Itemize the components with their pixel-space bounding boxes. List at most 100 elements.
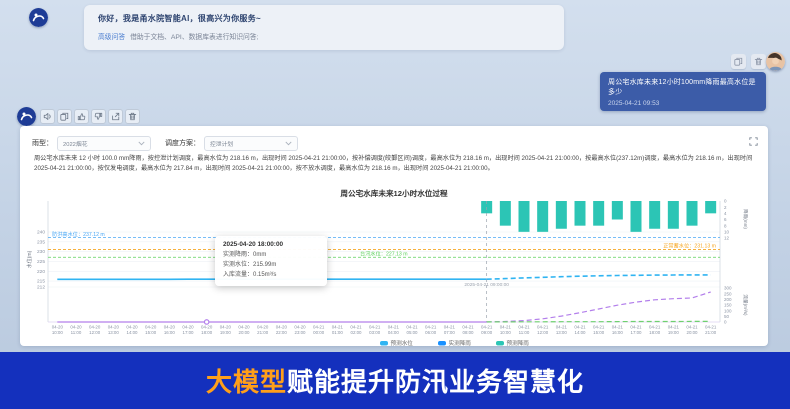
user-avatar — [766, 52, 785, 71]
rain-type-value: 2022烟花 — [63, 139, 88, 148]
chevron-down-icon — [138, 141, 145, 146]
plan-select[interactable]: 控泄计划 — [204, 136, 298, 151]
plan-value: 控泄计划 — [210, 139, 233, 148]
series-预测水位 — [487, 275, 711, 279]
copy-button[interactable] — [57, 109, 72, 124]
user-question: 周公宅水库未来12小时100mm降雨最高水位是多少 — [608, 77, 758, 97]
user-message-bubble: 周公宅水库未来12小时100mm降雨最高水位是多少 2025-04-21 09:… — [600, 72, 766, 111]
svg-text:04-2023:00: 04-2023:00 — [294, 325, 306, 335]
read-aloud-button[interactable] — [40, 109, 55, 124]
svg-text:230: 230 — [37, 249, 45, 255]
svg-text:212: 212 — [37, 285, 45, 291]
svg-text:04-2112:00: 04-2112:00 — [537, 325, 549, 335]
svg-text:4: 4 — [724, 211, 727, 216]
delete-button[interactable] — [751, 54, 766, 69]
thumbs-down-button[interactable] — [91, 109, 106, 124]
rain-bars — [481, 201, 716, 232]
greeting-title: 你好，我是甬水院智能AI，很高兴为你服务~ — [98, 13, 550, 24]
fullscreen-button[interactable] — [749, 133, 758, 151]
now-line-label: 2025-04-21 09:00:00 — [464, 282, 509, 288]
assistant-greeting-bubble: 你好，我是甬水院智能AI，很高兴为你服务~ 高级问答 借助于文档、API、数据库… — [84, 5, 564, 50]
svg-text:220: 220 — [37, 269, 45, 275]
legend-item-label: 实测降雨 — [449, 339, 472, 346]
svg-text:6: 6 — [724, 217, 727, 222]
chart-tooltip: 2025-04-20 18:00:00 实测降雨：0mm实测水位：215.99m… — [215, 236, 327, 286]
user-message-actions — [731, 54, 766, 69]
water-level-chart[interactable]: 2402352302252202152120246810123002502001… — [20, 198, 768, 346]
thumbs-up-icon — [77, 112, 86, 121]
rain-type-select[interactable]: 2022烟花 — [57, 136, 151, 151]
assistant-avatar — [29, 8, 48, 27]
trash-icon — [754, 57, 763, 66]
svg-text:04-2116:00: 04-2116:00 — [612, 325, 624, 335]
tooltip-row: 实测水位：215.99m — [223, 260, 319, 270]
rain-bar — [705, 201, 716, 213]
rain-bar — [537, 201, 548, 232]
svg-text:04-2106:00: 04-2106:00 — [425, 325, 437, 335]
svg-text:0: 0 — [724, 199, 727, 204]
x-axis-labels: 04-2010:0004-2011:0004-2012:0004-2013:00… — [52, 325, 717, 335]
svg-text:04-2019:00: 04-2019:00 — [220, 325, 232, 335]
legend-item-label: 预测水位 — [391, 339, 414, 346]
svg-text:04-2013:00: 04-2013:00 — [108, 325, 120, 335]
svg-text:04-2117:00: 04-2117:00 — [630, 325, 642, 335]
rain-bar — [500, 201, 511, 226]
legend-item-label: 预测降雨 — [507, 339, 530, 346]
app: 你好，我是甬水院智能AI，很高兴为你服务~ 高级问答 借助于文档、API、数据库… — [0, 0, 790, 409]
banner-highlight: 大模型 — [206, 367, 287, 397]
thumbs-up-button[interactable] — [74, 109, 89, 124]
banner-rest: 赋能提升防汛业务智慧化 — [287, 367, 584, 397]
svg-text:04-2017:00: 04-2017:00 — [182, 325, 194, 335]
trash-icon — [128, 112, 137, 121]
svg-text:50: 50 — [724, 314, 730, 319]
answer-toolbar — [40, 109, 140, 124]
right-axes: 024681012300250200150100500 — [724, 199, 732, 325]
share-button[interactable] — [108, 109, 123, 124]
svg-text:12: 12 — [724, 236, 730, 241]
rain-bar — [668, 201, 679, 229]
rain-axis-title: 降雨(mm) — [742, 209, 749, 229]
svg-text:04-2119:00: 04-2119:00 — [668, 325, 680, 335]
svg-text:2: 2 — [724, 205, 727, 210]
svg-text:240: 240 — [37, 230, 45, 236]
svg-text:215: 215 — [37, 279, 45, 285]
svg-text:250: 250 — [724, 291, 732, 296]
svg-text:04-2101:00: 04-2101:00 — [332, 325, 344, 335]
svg-text:04-2104:00: 04-2104:00 — [388, 325, 400, 335]
svg-text:04-2114:00: 04-2114:00 — [574, 325, 586, 335]
svg-text:150: 150 — [724, 303, 732, 308]
svg-text:04-2115:00: 04-2115:00 — [593, 325, 605, 335]
svg-text:04-2109:00: 04-2109:00 — [481, 325, 493, 335]
svg-text:04-2118:00: 04-2118:00 — [649, 325, 661, 335]
svg-text:04-2113:00: 04-2113:00 — [556, 325, 568, 335]
flow-axis-title: 流量(m³/s) — [742, 294, 749, 316]
svg-text:04-2014:00: 04-2014:00 — [126, 325, 138, 335]
copy-button[interactable] — [731, 54, 746, 69]
answer-summary: 周公宅水库未来 12 小时 100.0 mm降雨，按控泄计划调度，最高水位为 2… — [34, 154, 754, 174]
rain-bar — [556, 201, 567, 229]
tooltip-row: 实测降雨：0mm — [223, 250, 319, 260]
greeting-subtitle: 高级问答 借助于文档、API、数据库表进行知识问答; — [98, 31, 550, 41]
rain-bar — [593, 201, 604, 226]
rain-type-label: 雨型： — [32, 138, 53, 148]
svg-text:10: 10 — [724, 229, 730, 234]
svg-text:04-2100:00: 04-2100:00 — [313, 325, 325, 335]
speaker-icon — [43, 112, 52, 121]
assistant-avatar-icon — [29, 8, 48, 27]
user-avatar-image — [766, 52, 785, 71]
gridlines: 240235230225220215212 — [37, 230, 720, 291]
user-message-time: 2025-04-21 09:53 — [608, 100, 758, 107]
svg-text:04-2102:00: 04-2102:00 — [350, 325, 362, 335]
fullscreen-icon — [749, 137, 758, 146]
chart-controls: 雨型： 2022烟花 调度方案： 控泄计划 — [20, 126, 768, 154]
svg-text:300: 300 — [724, 286, 732, 291]
tooltip-title: 2025-04-20 18:00:00 — [223, 241, 319, 248]
rain-bar — [631, 201, 642, 232]
delete-button[interactable] — [125, 109, 140, 124]
svg-text:04-2107:00: 04-2107:00 — [444, 325, 456, 335]
reference-line-label: 防洪高水位：237.12 m — [52, 230, 105, 238]
rain-bar — [649, 201, 660, 229]
qa-mode-desc: 借助于文档、API、数据库表进行知识问答; — [130, 34, 258, 41]
svg-text:04-2111:00: 04-2111:00 — [518, 325, 530, 335]
svg-text:04-2020:00: 04-2020:00 — [238, 325, 250, 335]
